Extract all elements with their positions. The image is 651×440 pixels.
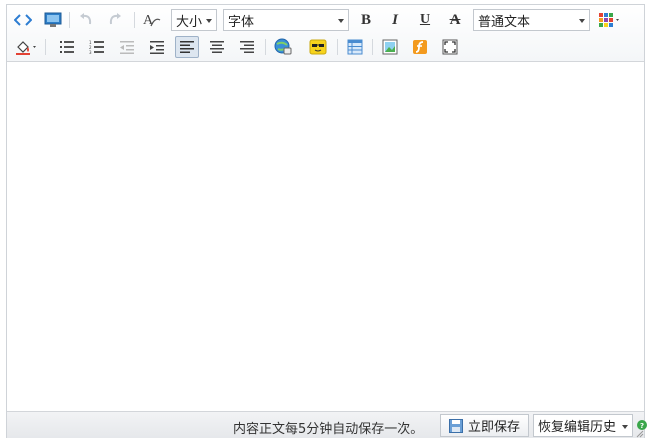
align-left-icon <box>179 40 195 54</box>
save-icon <box>449 418 463 433</box>
paragraph-format-select[interactable]: 普通文本 <box>473 9 590 31</box>
bullet-list-button[interactable] <box>56 36 78 58</box>
chevron-down-icon <box>579 19 585 23</box>
undo-button[interactable] <box>75 9 97 31</box>
emoticon-button[interactable] <box>307 36 329 58</box>
paragraph-format-label: 普通文本 <box>478 14 531 30</box>
underline-button[interactable]: U <box>414 9 436 31</box>
editor-content-area[interactable] <box>7 62 644 411</box>
fullscreen-icon <box>442 39 458 55</box>
autosave-notice: 内容正文每5分钟自动保存一次。 <box>233 422 424 437</box>
rich-text-editor: A 大小 字体 B I U A 普通文本 1 2 3 内容正文每5分钟自动保存一… <box>6 4 647 438</box>
restore-history-label: 恢复编辑历史 <box>538 420 617 435</box>
separator <box>372 39 373 55</box>
font-family-select[interactable]: 字体 <box>223 9 349 31</box>
image-icon <box>382 39 398 55</box>
align-center-button[interactable] <box>206 36 228 58</box>
fill-color-icon <box>15 39 39 55</box>
preview-button[interactable] <box>42 9 64 31</box>
separator <box>134 12 135 28</box>
numbered-list-button[interactable]: 123 <box>86 36 108 58</box>
svg-text:3: 3 <box>89 50 92 54</box>
link-icon <box>274 38 292 56</box>
outdent-button[interactable] <box>116 36 138 58</box>
emoticon-icon <box>309 39 327 55</box>
font-family-label: 字体 <box>228 14 255 30</box>
text-color-button[interactable] <box>596 9 624 31</box>
source-code-icon <box>14 12 32 28</box>
table-button[interactable] <box>344 36 366 58</box>
chevron-down-icon <box>622 425 628 429</box>
separator <box>69 12 70 28</box>
align-right-icon <box>239 40 255 54</box>
font-size-label: 大小 <box>176 14 203 30</box>
redo-icon <box>107 12 123 28</box>
flash-button[interactable] <box>409 36 431 58</box>
indent-button[interactable] <box>146 36 168 58</box>
save-now-button[interactable]: 立即保存 <box>440 414 529 437</box>
clear-format-button[interactable]: A <box>141 9 163 31</box>
outdent-icon <box>119 40 135 54</box>
source-code-button[interactable] <box>12 9 34 31</box>
save-now-label: 立即保存 <box>468 420 521 435</box>
table-icon <box>347 39 363 55</box>
restore-history-select[interactable]: 恢复编辑历史 <box>533 414 633 437</box>
separator <box>265 39 266 55</box>
bold-icon: B <box>360 11 371 28</box>
italic-icon: I <box>392 11 398 28</box>
link-button[interactable] <box>272 36 294 58</box>
image-button[interactable] <box>379 36 401 58</box>
chevron-down-icon <box>206 19 212 23</box>
strikethrough-button[interactable]: A <box>444 9 466 31</box>
chevron-down-icon <box>338 19 344 23</box>
font-size-select[interactable]: 大小 <box>171 9 217 31</box>
fill-color-button[interactable] <box>13 36 41 58</box>
resize-grip-icon[interactable] <box>634 428 644 438</box>
editor-statusbar: 内容正文每5分钟自动保存一次。 立即保存 恢复编辑历史 ? <box>7 411 647 438</box>
align-left-button[interactable] <box>175 36 199 58</box>
clear-format-icon: A <box>142 11 162 29</box>
text-color-icon <box>598 12 622 28</box>
align-right-button[interactable] <box>236 36 258 58</box>
separator <box>337 39 338 55</box>
bold-button[interactable]: B <box>355 9 377 31</box>
underline-icon: U <box>419 12 431 27</box>
toolbar-row-2: 123 <box>7 34 644 60</box>
editor-toolbar: A 大小 字体 B I U A 普通文本 1 2 3 <box>7 5 644 62</box>
undo-icon <box>78 12 94 28</box>
bullet-list-icon <box>59 40 75 54</box>
strikethrough-icon: A <box>449 11 461 28</box>
redo-button[interactable] <box>104 9 126 31</box>
italic-button[interactable]: I <box>384 9 406 31</box>
align-center-icon <box>209 40 225 54</box>
flash-icon <box>412 39 428 55</box>
svg-text:A: A <box>143 13 154 28</box>
fullscreen-button[interactable] <box>439 36 461 58</box>
toolbar-row-1: A 大小 字体 B I U A 普通文本 <box>7 7 644 33</box>
separator <box>45 39 46 55</box>
indent-icon <box>149 40 165 54</box>
preview-icon <box>44 12 62 28</box>
numbered-list-icon: 123 <box>89 40 105 54</box>
